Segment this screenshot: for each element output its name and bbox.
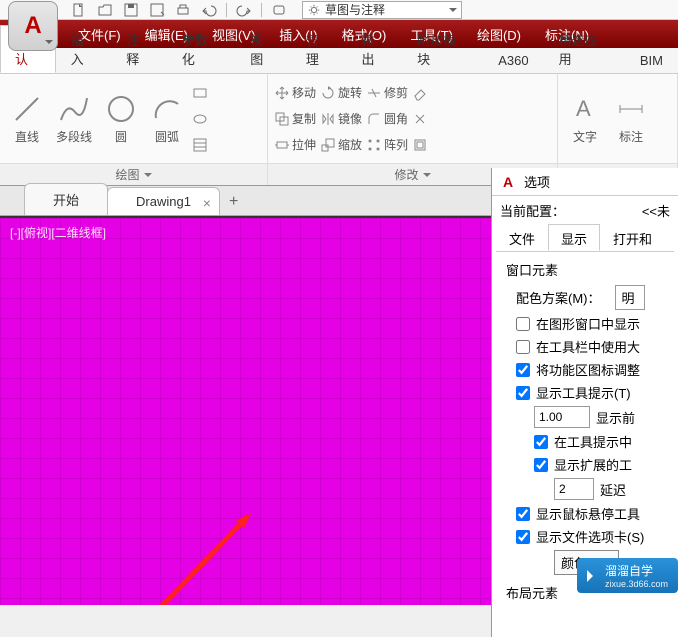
chk-hover-tooltips[interactable]: 显示鼠标悬停工具: [516, 504, 672, 523]
tab-manage[interactable]: 管理: [291, 25, 347, 73]
new-icon[interactable]: [68, 1, 90, 19]
separator: [261, 3, 262, 17]
tool-circle[interactable]: 圆: [100, 90, 142, 147]
titlebar: 草图与注释: [0, 0, 678, 20]
chk-ribbon-icons[interactable]: 将功能区图标调整: [516, 360, 672, 379]
chevron-down-icon: [449, 8, 457, 16]
app-menu-button[interactable]: A: [8, 1, 58, 51]
dlgtab-display[interactable]: 显示: [548, 224, 600, 251]
watermark: 溜溜自学 zixue.3d66.com: [577, 558, 678, 593]
tool-copy[interactable]: 复制: [274, 107, 316, 131]
tt-ext-delay-label: 延迟: [600, 480, 626, 499]
tt-ext-delay-input[interactable]: [554, 478, 594, 500]
app-icon: A: [500, 173, 518, 191]
doctab-start[interactable]: 开始: [24, 183, 108, 215]
tab-output[interactable]: 输出: [346, 25, 402, 73]
workspace-label: 草图与注释: [325, 1, 445, 18]
redo-icon[interactable]: [233, 1, 255, 19]
play-icon: [587, 570, 599, 582]
tool-text[interactable]: A文字: [564, 90, 606, 147]
tool-move[interactable]: 移动: [274, 81, 316, 105]
tool-mirror[interactable]: 镜像: [320, 107, 362, 131]
profile-row: 当前配置： <<未: [492, 196, 678, 224]
chevron-down-icon: [423, 173, 431, 181]
tool-polyline[interactable]: 多段线: [52, 90, 96, 147]
dlgtab-files[interactable]: 文件: [496, 224, 548, 251]
chk-tt-shortcut[interactable]: 在工具提示中: [534, 432, 672, 451]
quick-access-toolbar: 草图与注释: [68, 1, 462, 19]
undo-icon[interactable]: [198, 1, 220, 19]
app-letter: A: [24, 12, 41, 40]
doctab-drawing1[interactable]: Drawing1×: [107, 187, 220, 215]
tab-addins[interactable]: 附加模块: [402, 25, 483, 73]
profile-value: <<未: [642, 201, 670, 220]
dlgtab-open[interactable]: 打开和: [600, 224, 665, 251]
tab-featured[interactable]: 精选应用: [544, 25, 625, 73]
chk-file-tabs[interactable]: 显示文件选项卡(S): [516, 527, 672, 546]
tooltip-delay-input[interactable]: [534, 406, 590, 428]
chk-tooltips[interactable]: 显示工具提示(T): [516, 383, 672, 402]
tool-offset[interactable]: [412, 133, 428, 157]
tab-view[interactable]: 视图: [235, 25, 291, 73]
scheme-dropdown[interactable]: 明: [615, 285, 645, 310]
doctab-add[interactable]: +: [219, 189, 248, 215]
watermark-url: zixue.3d66.com: [605, 579, 668, 589]
open-icon[interactable]: [94, 1, 116, 19]
close-icon[interactable]: ×: [203, 195, 211, 211]
saveas-icon[interactable]: [146, 1, 168, 19]
tooltip-delay-label: 显示前: [596, 408, 635, 427]
chk-scrollbar[interactable]: 在图形窗口中显示: [516, 314, 672, 333]
tooltip-delay-row: 显示前: [534, 406, 672, 428]
tool-trim[interactable]: 修剪: [366, 81, 408, 105]
annotation-arrow: [150, 498, 270, 605]
tool-line[interactable]: 直线: [6, 90, 48, 147]
dialog-title: 选项: [524, 172, 550, 191]
tool-array[interactable]: 阵列: [366, 133, 408, 157]
chevron-down-icon: [144, 173, 152, 181]
viewport-label[interactable]: [-][俯视][二维线框]: [10, 224, 106, 241]
dialog-titlebar: A 选项: [492, 168, 678, 196]
tab-parametric[interactable]: 参数化: [167, 25, 235, 73]
tt-ext-delay-row: 延迟: [554, 478, 672, 500]
gear-icon: [307, 3, 321, 17]
scheme-label: 配色方案(M)：: [516, 288, 601, 307]
workspace-dropdown[interactable]: 草图与注释: [302, 1, 462, 19]
group-title: 窗口元素: [506, 260, 672, 279]
drawing-viewport[interactable]: [-][俯视][二维线框]: [0, 216, 491, 605]
tool-stretch[interactable]: 拉伸: [274, 133, 316, 157]
save-icon[interactable]: [120, 1, 142, 19]
tab-insert[interactable]: 插入: [56, 25, 112, 73]
watermark-brand: 溜溜自学: [605, 562, 668, 579]
tool-arc[interactable]: 圆弧: [146, 90, 188, 147]
tab-annotate[interactable]: 注释: [111, 25, 167, 73]
profile-label: 当前配置：: [500, 201, 565, 220]
group-window-elements: 窗口元素 配色方案(M)： 明 在图形窗口中显示 在工具栏中使用大 将功能区图标…: [506, 260, 672, 575]
dialog-tabs: 文件 显示 打开和: [496, 224, 674, 252]
chk-tt-ext[interactable]: 显示扩展的工: [534, 455, 672, 474]
color-scheme-row: 配色方案(M)： 明: [516, 285, 672, 310]
tool-dimension[interactable]: 标注: [610, 90, 652, 147]
tool-scale[interactable]: 缩放: [320, 133, 362, 157]
panel-draw-footer[interactable]: 绘图: [0, 163, 267, 185]
tool-erase[interactable]: [412, 81, 428, 105]
tool-hatch[interactable]: [192, 133, 208, 157]
tool-explode[interactable]: [412, 107, 428, 131]
panel-draw: 直线 多段线 圆 圆弧 绘图: [0, 74, 268, 185]
chk-large-icons[interactable]: 在工具栏中使用大: [516, 337, 672, 356]
print-icon[interactable]: [172, 1, 194, 19]
svg-text:A: A: [576, 96, 591, 121]
cloud-icon[interactable]: [268, 1, 290, 19]
tab-a360[interactable]: A360: [483, 48, 543, 73]
tool-fillet[interactable]: 圆角: [366, 107, 408, 131]
separator: [226, 3, 227, 17]
svg-text:A: A: [503, 174, 513, 190]
tool-ellipse[interactable]: [192, 107, 208, 131]
tool-rotate[interactable]: 旋转: [320, 81, 362, 105]
tool-rect[interactable]: [192, 81, 208, 105]
tab-bim[interactable]: BIM: [625, 48, 678, 73]
ribbon-tabs: 默认 插入 注释 参数化 视图 管理 输出 附加模块 A360 精选应用 BIM: [0, 48, 678, 74]
